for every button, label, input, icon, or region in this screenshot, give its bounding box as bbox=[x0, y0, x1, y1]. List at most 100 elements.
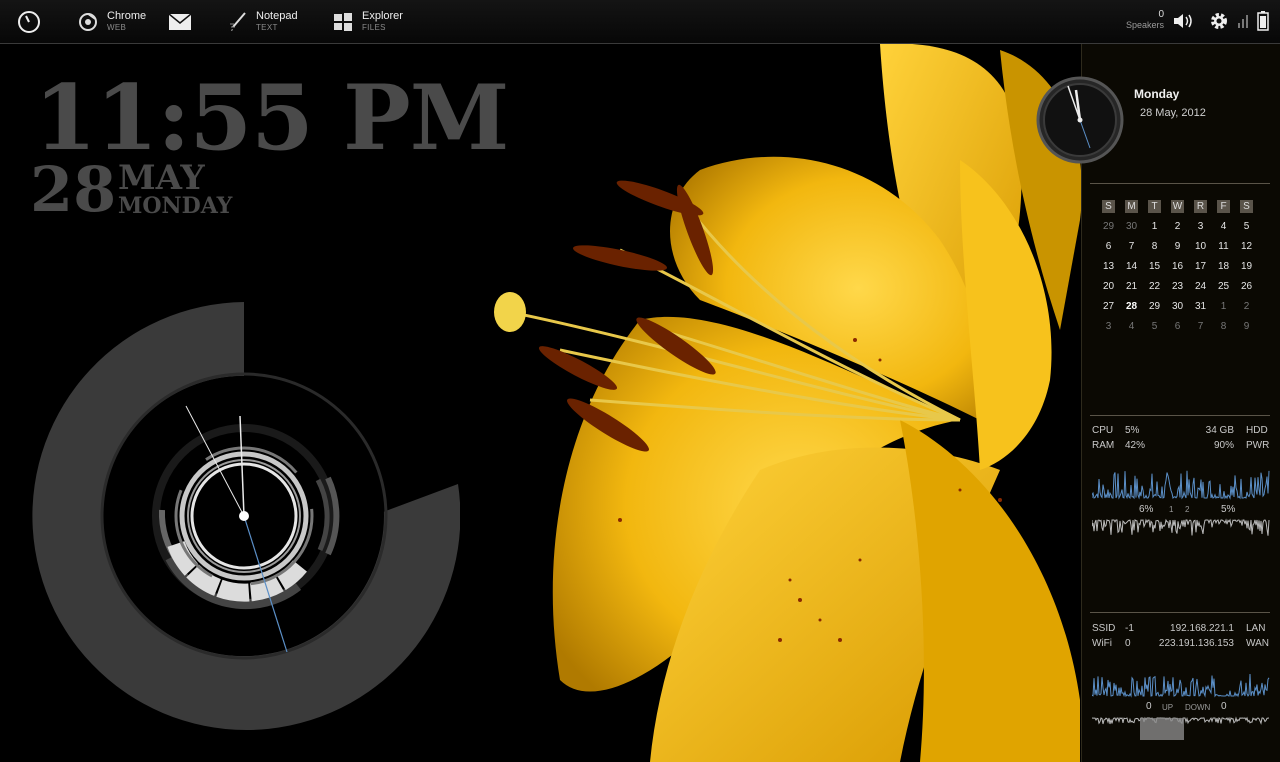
calendar-day[interactable]: 1 bbox=[1143, 216, 1166, 236]
calendar-day[interactable]: 27 bbox=[1097, 296, 1120, 316]
clock-icon[interactable] bbox=[17, 10, 41, 34]
calendar-day[interactable]: 9 bbox=[1235, 316, 1258, 336]
calendar-day[interactable]: 3 bbox=[1189, 216, 1212, 236]
calendar-header: W bbox=[1171, 199, 1184, 213]
speakers-readout: 0 Speakers bbox=[1126, 9, 1164, 31]
calendar-day[interactable]: 12 bbox=[1235, 236, 1258, 256]
calendar-day[interactable]: 22 bbox=[1143, 276, 1166, 296]
panel-date: 28 May, 2012 bbox=[1140, 107, 1206, 119]
cpu-value: 5% bbox=[1125, 425, 1140, 436]
explorer-label: Explorer bbox=[362, 9, 403, 22]
panel-weekday: Monday bbox=[1134, 87, 1180, 101]
chrome-icon bbox=[77, 10, 99, 34]
speakers-volume: 0 bbox=[1158, 9, 1164, 20]
big-time: 11:55 PM bbox=[34, 65, 509, 171]
notepad-sublabel: TEXT bbox=[256, 22, 278, 32]
calendar-day[interactable]: 4 bbox=[1120, 316, 1143, 336]
wan-label: WAN bbox=[1246, 638, 1269, 649]
calendar-week: 13 14 15 16 17 18 19 bbox=[1097, 256, 1258, 276]
big-weekday: MONDAY bbox=[118, 193, 233, 219]
volume-icon[interactable] bbox=[1172, 10, 1194, 32]
speakers-label: Speakers bbox=[1125, 20, 1164, 30]
calendar-week: 3456789 bbox=[1097, 316, 1258, 336]
divider bbox=[1090, 183, 1270, 184]
calendar-day[interactable]: 2 bbox=[1166, 216, 1189, 236]
big-day: 28 bbox=[30, 153, 117, 226]
calendar-day[interactable]: 29 bbox=[1097, 216, 1120, 236]
chrome-launcher[interactable]: Chrome WEB bbox=[77, 0, 146, 43]
calendar-day[interactable]: 9 bbox=[1166, 236, 1189, 256]
calendar-header: S bbox=[1235, 196, 1258, 216]
down-label: DOWN bbox=[1185, 703, 1211, 712]
calendar: SMTWRFS 29 30 1 2 3 4 5 6 7 8 9 10 11 12 13 14 15 16 17 18 1… bbox=[1097, 196, 1258, 336]
chrome-label: Chrome bbox=[107, 9, 147, 22]
explorer-launcher[interactable]: Explorer FILES bbox=[332, 0, 403, 43]
calendar-day[interactable]: 8 bbox=[1143, 236, 1166, 256]
wifi-value: 0 bbox=[1125, 638, 1131, 649]
calendar-day[interactable]: 18 bbox=[1212, 256, 1235, 276]
ring-clock bbox=[32, 302, 460, 730]
calendar-day[interactable]: 28 bbox=[1120, 296, 1143, 316]
calendar-day[interactable]: 13 bbox=[1097, 256, 1120, 276]
calendar-day[interactable]: 1 bbox=[1212, 296, 1235, 316]
calendar-day[interactable]: 16 bbox=[1166, 256, 1189, 276]
battery-icon[interactable] bbox=[1252, 10, 1274, 32]
calendar-day[interactable]: 19 bbox=[1235, 256, 1258, 276]
calendar-day[interactable]: 14 bbox=[1120, 256, 1143, 276]
calendar-day[interactable]: 25 bbox=[1212, 276, 1235, 296]
notepad-label: Notepad bbox=[256, 9, 298, 22]
calendar-day[interactable]: 5 bbox=[1235, 216, 1258, 236]
network-graph bbox=[1092, 673, 1270, 740]
calendar-header: M bbox=[1120, 196, 1143, 216]
calendar-day[interactable]: 2 bbox=[1235, 296, 1258, 316]
calendar-day[interactable]: 21 bbox=[1120, 276, 1143, 296]
calendar-day[interactable]: 7 bbox=[1120, 236, 1143, 256]
calendar-day[interactable]: 6 bbox=[1166, 316, 1189, 336]
mail-icon[interactable] bbox=[168, 10, 192, 34]
core2-value: 5% bbox=[1221, 504, 1236, 515]
up-value: 0 bbox=[1146, 701, 1152, 712]
cpu-graph bbox=[1092, 470, 1270, 536]
lan-label: LAN bbox=[1246, 623, 1266, 634]
calendar-week: 20 21 22 23 24 25 26 bbox=[1097, 276, 1258, 296]
calendar-day[interactable]: 30 bbox=[1166, 296, 1189, 316]
calendar-day[interactable]: 11 bbox=[1212, 236, 1235, 256]
calendar-day[interactable]: 29 bbox=[1143, 296, 1166, 316]
top-bar: Chrome WEB Notepad TEXT Explorer FILES 0… bbox=[0, 0, 1280, 44]
calendar-day[interactable]: 20 bbox=[1097, 276, 1120, 296]
big-month: MAY bbox=[118, 158, 205, 198]
hdd-value: 34 GB bbox=[1205, 425, 1234, 436]
ssid-label: SSID bbox=[1092, 623, 1116, 634]
gear-icon[interactable] bbox=[1208, 10, 1230, 32]
lan-ip: 192.168.221.1 bbox=[1170, 623, 1234, 634]
calendar-day[interactable]: 17 bbox=[1189, 256, 1212, 276]
calendar-day[interactable]: 6 bbox=[1097, 236, 1120, 256]
wifi-label: WiFi bbox=[1092, 638, 1112, 649]
calendar-header: R bbox=[1189, 196, 1212, 216]
hdd-label: HDD bbox=[1246, 425, 1268, 436]
explorer-sublabel: FILES bbox=[362, 22, 386, 32]
calendar-day[interactable]: 26 bbox=[1235, 276, 1258, 296]
ram-value: 42% bbox=[1125, 440, 1146, 451]
calendar-day[interactable]: 8 bbox=[1212, 316, 1235, 336]
calendar-week: 29 30 1 2 3 4 5 bbox=[1097, 216, 1258, 236]
notepad-launcher[interactable]: Notepad TEXT bbox=[228, 0, 298, 43]
calendar-day[interactable]: 4 bbox=[1212, 216, 1235, 236]
ram-label: RAM bbox=[1092, 440, 1115, 451]
calendar-week: 6 7 8 9 10 11 12 bbox=[1097, 236, 1258, 256]
calendar-day[interactable]: 30 bbox=[1120, 216, 1143, 236]
calendar-day[interactable]: 5 bbox=[1143, 316, 1166, 336]
wan-ip: 223.191.136.153 bbox=[1158, 638, 1234, 649]
calendar-header: T bbox=[1143, 196, 1166, 216]
analog-clock bbox=[1036, 76, 1124, 164]
up-label: UP bbox=[1162, 703, 1174, 712]
calendar-day[interactable]: 3 bbox=[1097, 316, 1120, 336]
calendar-day[interactable]: 23 bbox=[1166, 276, 1189, 296]
calendar-day[interactable]: 15 bbox=[1143, 256, 1166, 276]
pen-icon bbox=[228, 10, 248, 34]
calendar-day[interactable]: 24 bbox=[1189, 276, 1212, 296]
calendar-day[interactable]: 10 bbox=[1189, 236, 1212, 256]
calendar-day[interactable]: 7 bbox=[1189, 316, 1212, 336]
calendar-header: S bbox=[1097, 196, 1120, 216]
calendar-day[interactable]: 31 bbox=[1189, 296, 1212, 316]
